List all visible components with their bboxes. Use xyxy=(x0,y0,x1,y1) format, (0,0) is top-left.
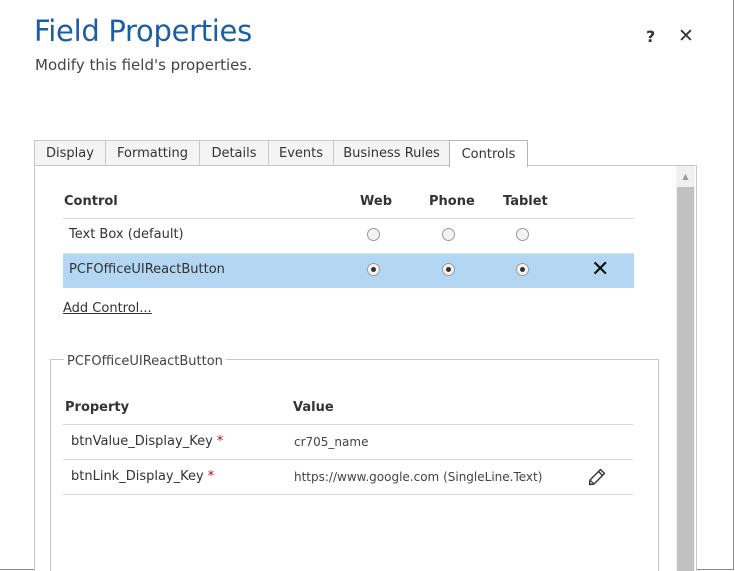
properties-table: Property Value btnValue_Display_Key * cr7… xyxy=(63,390,633,495)
column-header-web: Web xyxy=(360,194,392,209)
property-name: btnValue_Display_Key * xyxy=(71,434,224,449)
property-value: cr705_name xyxy=(294,435,369,449)
web-radio[interactable] xyxy=(367,228,380,241)
dialog-title: Field Properties xyxy=(34,14,252,48)
column-header-tablet: Tablet xyxy=(503,194,548,209)
vertical-scrollbar[interactable]: ▲ xyxy=(676,166,695,571)
tab-events[interactable]: Events xyxy=(268,140,334,165)
column-header-property: Property xyxy=(65,400,130,415)
add-control-link[interactable]: Add Control... xyxy=(63,301,152,316)
phone-radio[interactable] xyxy=(442,228,455,241)
control-properties-legend: PCFOfficeUIReactButton xyxy=(64,354,226,369)
property-row-btnvalue[interactable]: btnValue_Display_Key * cr705_name xyxy=(63,425,633,460)
tab-controls[interactable]: Controls xyxy=(449,140,528,167)
tablet-radio[interactable] xyxy=(516,263,529,276)
control-row-pcf-button[interactable]: PCFOfficeUIReactButton ✕ xyxy=(63,254,634,288)
field-properties-dialog: Field Properties Modify this field's pro… xyxy=(0,0,734,571)
help-button[interactable]: ? xyxy=(646,27,655,46)
web-radio[interactable] xyxy=(367,263,380,276)
remove-control-icon[interactable]: ✕ xyxy=(591,257,609,283)
required-marker: * xyxy=(216,434,224,449)
controls-table-header: Control Web Phone Tablet xyxy=(63,186,634,219)
property-row-btnlink[interactable]: btnLink_Display_Key * https://www.google.… xyxy=(63,460,633,495)
tab-business-rules[interactable]: Business Rules xyxy=(333,140,450,165)
column-header-control: Control xyxy=(64,194,118,209)
scroll-up-arrow-icon[interactable]: ▲ xyxy=(676,166,695,186)
close-button[interactable]: ✕ xyxy=(678,25,694,47)
property-value: https://www.google.com (SingleLine.Text) xyxy=(294,470,543,484)
scroll-thumb[interactable] xyxy=(677,187,694,571)
tab-details[interactable]: Details xyxy=(199,140,269,165)
column-header-phone: Phone xyxy=(429,194,475,209)
tab-bar: Display Formatting Details Events Busine… xyxy=(34,140,528,167)
dialog-subtitle: Modify this field's properties. xyxy=(35,56,252,74)
property-name: btnLink_Display_Key * xyxy=(71,469,215,484)
control-name: PCFOfficeUIReactButton xyxy=(69,262,225,277)
tab-display[interactable]: Display xyxy=(34,140,106,165)
tablet-radio[interactable] xyxy=(516,228,529,241)
tab-formatting[interactable]: Formatting xyxy=(105,140,200,165)
phone-radio[interactable] xyxy=(442,263,455,276)
properties-table-header: Property Value xyxy=(63,390,633,425)
required-marker: * xyxy=(207,469,215,484)
controls-table: Control Web Phone Tablet Text Box (defau… xyxy=(63,186,634,288)
control-row-text-box[interactable]: Text Box (default) xyxy=(63,219,634,254)
edit-pencil-icon[interactable] xyxy=(587,467,607,487)
control-name: Text Box (default) xyxy=(69,227,184,242)
column-header-value: Value xyxy=(293,400,334,415)
